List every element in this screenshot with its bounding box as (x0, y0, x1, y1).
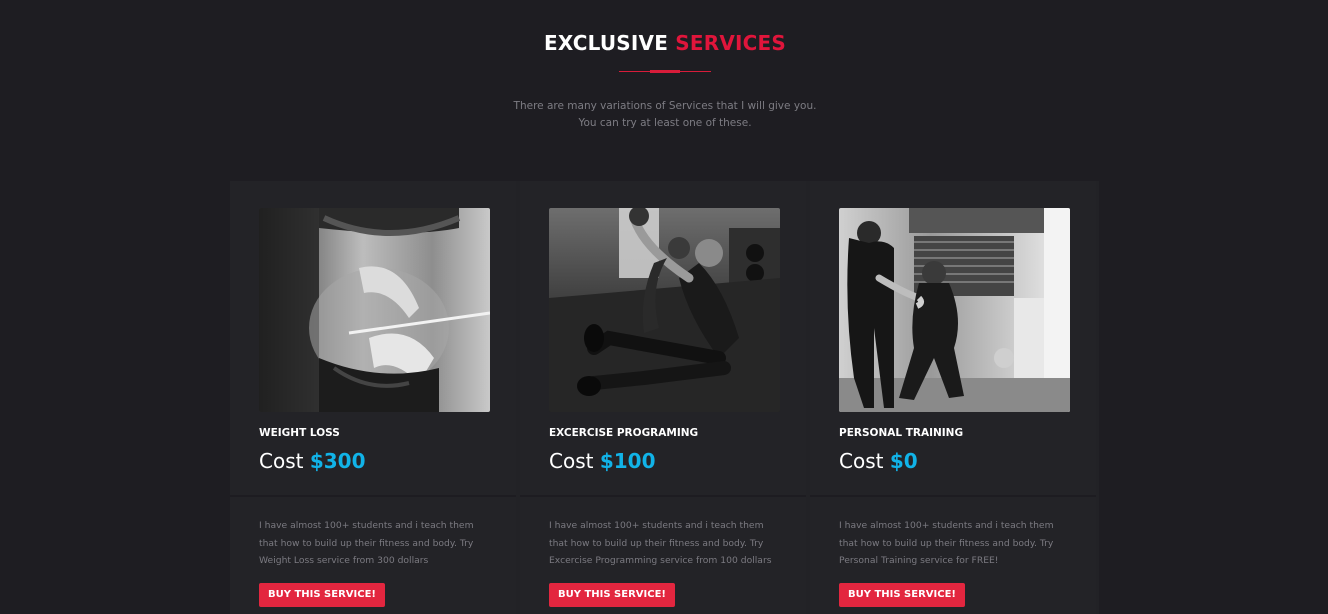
buy-service-button[interactable]: BUY THIS SERVICE! (839, 583, 965, 607)
cost-amount: $0 (889, 449, 918, 473)
cost-label: Cost (259, 449, 304, 473)
card-divider (520, 495, 806, 497)
service-description: I have almost 100+ students and i teach … (259, 517, 479, 570)
title-exclusive: EXCLUSIVE (543, 31, 669, 55)
exercise-programming-photo (549, 208, 780, 412)
title-services: SERVICES (675, 31, 786, 55)
buy-service-button[interactable]: BUY THIS SERVICE! (259, 583, 385, 607)
description-line-3: Excercise Programming service from 100 d… (549, 555, 772, 566)
weight-loss-photo (259, 208, 490, 412)
description-line-2: that how to build up their fitness and b… (259, 537, 474, 549)
service-name: WEIGHT LOSS (259, 427, 340, 439)
description-line-1: I have almost 100+ students and i teach … (549, 520, 764, 531)
services-grid: WEIGHT LOSS Cost $300 I have almost 100+… (230, 181, 1099, 614)
description-line-3: Personal Training service for FREE! (839, 555, 999, 566)
services-page: EXCLUSIVE SERVICES There are many variat… (0, 0, 1328, 614)
service-name: PERSONAL TRAINING (839, 427, 964, 439)
cost-label: Cost (839, 449, 884, 473)
description-line-1: I have almost 100+ students and i teach … (259, 520, 474, 531)
cost-amount: $100 (599, 449, 656, 473)
buy-service-button[interactable]: BUY THIS SERVICE! (549, 583, 675, 607)
service-cost: Cost $300 (259, 448, 366, 474)
description-line-3: Weight Loss service from 300 dollars (259, 555, 429, 566)
description-line-2: that how to build up their fitness and b… (549, 537, 764, 549)
service-description: I have almost 100+ students and i teach … (549, 517, 772, 570)
service-name: EXCERCISE PROGRAMING (549, 427, 699, 439)
section-title: EXCLUSIVE SERVICES (1, 30, 1328, 56)
cost-label: Cost (549, 449, 594, 473)
personal-training-photo (839, 208, 1070, 412)
service-card-weight-loss: WEIGHT LOSS Cost $300 I have almost 100+… (230, 181, 516, 614)
subtitle-line-2: You can try at least one of these. (578, 117, 752, 129)
card-divider (230, 495, 516, 497)
description-line-2: that how to build up their fitness and b… (839, 537, 1054, 549)
service-cost: Cost $0 (839, 448, 918, 474)
title-underline-accent (650, 70, 680, 73)
description-line-1: I have almost 100+ students and i teach … (839, 520, 1054, 531)
subtitle-line-1: There are many variations of Services th… (513, 100, 817, 112)
service-description: I have almost 100+ students and i teach … (839, 517, 1059, 570)
card-divider (810, 495, 1096, 497)
service-card-personal-training: PERSONAL TRAINING Cost $0 I have almost … (810, 181, 1096, 614)
service-card-exercise-programming: EXCERCISE PROGRAMING Cost $100 I have al… (520, 181, 806, 614)
section-subtitle: There are many variations of Services th… (1, 98, 1328, 132)
service-cost: Cost $100 (549, 448, 656, 474)
cost-amount: $300 (309, 449, 366, 473)
